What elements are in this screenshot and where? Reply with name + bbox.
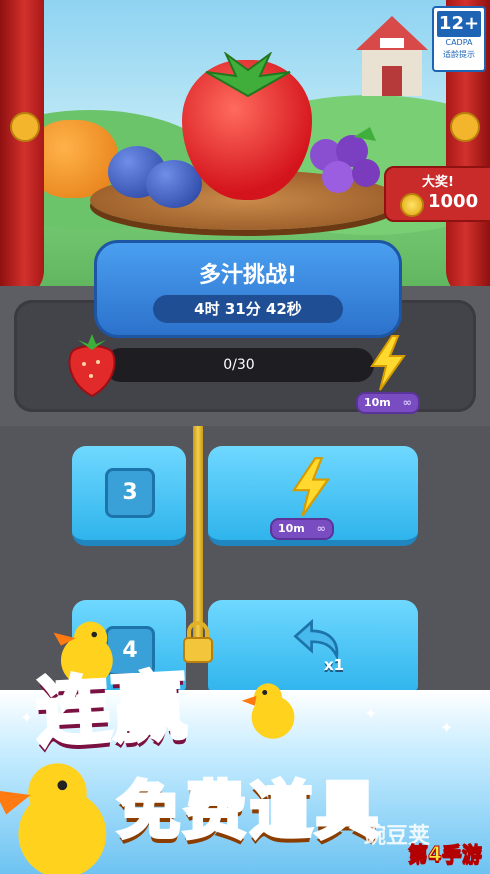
- prize-label: 大奖!: [422, 175, 454, 190]
- sparkle-icon: ✦: [20, 708, 34, 727]
- challenge-header: 多汁挑战! 4时 31分 42秒: [94, 240, 402, 338]
- age-rating: 12+: [437, 11, 481, 37]
- curtain-tie: [450, 112, 480, 142]
- reward-duration-badge: 10m ∞: [356, 392, 420, 414]
- booster-step-tile[interactable]: 3: [72, 446, 186, 546]
- rubber-duck-icon: [241, 683, 295, 739]
- sparkle-icon: ✦: [440, 718, 454, 737]
- progress-bar: 0/30: [104, 348, 374, 382]
- promo-subheadline: 免费道具: [116, 772, 383, 849]
- infinity-icon: ∞: [316, 522, 326, 535]
- sparkle-icon: ✦: [364, 704, 378, 723]
- infinity-icon: ∞: [402, 396, 412, 409]
- leaf-icon: [205, 52, 291, 98]
- watermark-site: 第4手游: [408, 842, 483, 867]
- challenge-timer: 4时 31分 42秒: [153, 295, 343, 323]
- grand-prize-tag: 大奖! 1000: [384, 166, 490, 222]
- curtain-left: [0, 0, 44, 300]
- progress-rope: [193, 426, 203, 646]
- rubber-duck-icon: [0, 763, 107, 874]
- prize-amount: 1000: [428, 191, 479, 212]
- booster-reward-tile[interactable]: 10m ∞: [208, 446, 418, 546]
- rating-note: 适龄提示: [443, 50, 475, 59]
- lightning-bolt-icon: [291, 457, 331, 517]
- curtain-tie: [10, 112, 40, 142]
- step-number: 3: [105, 468, 155, 518]
- barn-icon: [356, 16, 428, 96]
- game-screen: 12+ CADPA 适龄提示 大奖! 1000 多汁挑战! 4时 31分 42秒…: [0, 0, 490, 874]
- age-rating-badge: 12+ CADPA 适龄提示: [432, 6, 486, 72]
- rating-org: CADPA: [445, 38, 473, 47]
- promo-headline: 连赢: [32, 661, 192, 759]
- coin-icon: [400, 193, 424, 217]
- strawberry-goal-icon: [68, 334, 116, 398]
- reward-duration: 10m: [364, 396, 391, 409]
- challenge-title: 多汁挑战!: [198, 263, 298, 288]
- grapes-icon: [310, 127, 380, 193]
- reward-multiplier: x1: [324, 656, 345, 674]
- reward-duration: 10m: [278, 522, 305, 535]
- progress-text: 0/30: [223, 357, 255, 373]
- reward-duration-badge: 10m ∞: [270, 518, 334, 540]
- lightning-bolt-icon: [370, 335, 406, 391]
